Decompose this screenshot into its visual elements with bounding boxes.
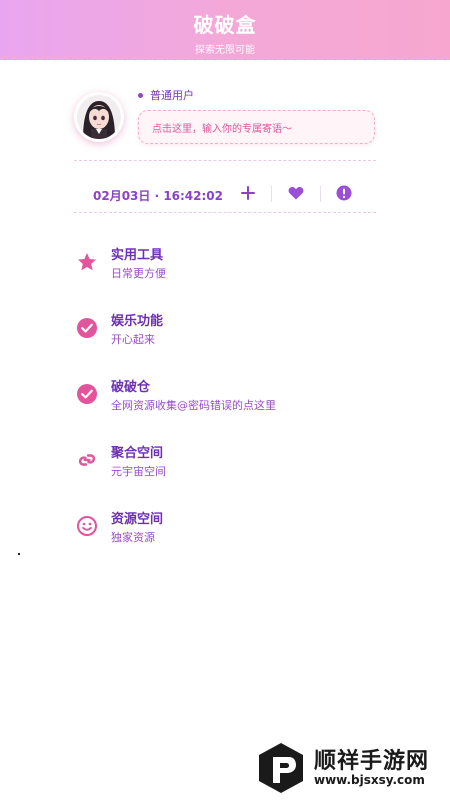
divider-bottom <box>74 212 376 213</box>
profile-section: 普通用户 点击这里，输入你的专属寄语～ <box>74 87 376 150</box>
datetime-display: 02月03日 · 16:42:02 <box>93 189 224 203</box>
menu-item-subtitle: 元宇宙空间 <box>111 465 166 478</box>
star-icon <box>78 253 96 271</box>
smile-icon <box>77 516 97 536</box>
check-circle-icon <box>77 318 97 338</box>
anime-avatar-icon <box>77 95 121 139</box>
menu-item-aggregate-space[interactable]: 聚合空间 元宇宙空间 <box>76 440 376 486</box>
site-watermark: 顺祥手游网 www.bjsxsy.com <box>256 737 446 795</box>
watermark-url: www.bjsxsy.com <box>314 773 425 787</box>
motto-placeholder: 点击这里，输入你的专属寄语～ <box>152 123 292 135</box>
menu-item-subtitle: 独家资源 <box>111 531 155 544</box>
date-toolbar: 02月03日 · 16:42:02 <box>74 175 376 211</box>
motto-input[interactable]: 点击这里，输入你的专属寄语～ <box>138 110 375 144</box>
heart-icon[interactable] <box>286 183 306 203</box>
menu-item-popocang[interactable]: 破破仓 全网资源收集@密码错误的点这里 <box>76 374 376 420</box>
plus-icon[interactable] <box>238 183 258 203</box>
stray-speck <box>18 553 20 555</box>
watermark-name: 顺祥手游网 <box>314 749 430 774</box>
app-title: 破破盒 <box>193 13 257 37</box>
menu-item-subtitle: 开心起来 <box>111 333 155 346</box>
watermark-logo-icon <box>259 743 303 793</box>
menu-item-resource-space[interactable]: 资源空间 独家资源 <box>76 506 376 552</box>
check-circle-icon <box>77 384 97 404</box>
menu-item-entertainment[interactable]: 娱乐功能 开心起来 <box>76 308 376 354</box>
menu-item-subtitle: 全网资源收集@密码错误的点这里 <box>111 399 276 412</box>
menu-item-tools[interactable]: 实用工具 日常更方便 <box>76 242 376 288</box>
menu-item-title: 聚合空间 <box>111 446 164 461</box>
menu-item-title: 实用工具 <box>111 248 164 263</box>
user-type-text: 普通用户 <box>150 89 194 102</box>
alert-icon[interactable] <box>334 183 354 203</box>
app-subtitle: 探索无限可能 <box>195 45 255 56</box>
menu-item-title: 娱乐功能 <box>111 314 164 329</box>
app-header: 破破盒 探索无限可能 <box>0 0 450 60</box>
toolbar-separator <box>320 186 321 202</box>
link-icon <box>78 454 96 466</box>
menu-item-subtitle: 日常更方便 <box>111 267 166 280</box>
user-type-label: 普通用户 <box>138 87 194 103</box>
toolbar-separator <box>271 186 272 202</box>
avatar[interactable] <box>74 92 124 142</box>
header-scallop-edge <box>0 56 450 64</box>
menu-item-title: 破破仓 <box>111 380 151 395</box>
menu-item-title: 资源空间 <box>111 512 164 527</box>
divider-top <box>74 160 376 161</box>
user-type-dot <box>138 92 143 98</box>
